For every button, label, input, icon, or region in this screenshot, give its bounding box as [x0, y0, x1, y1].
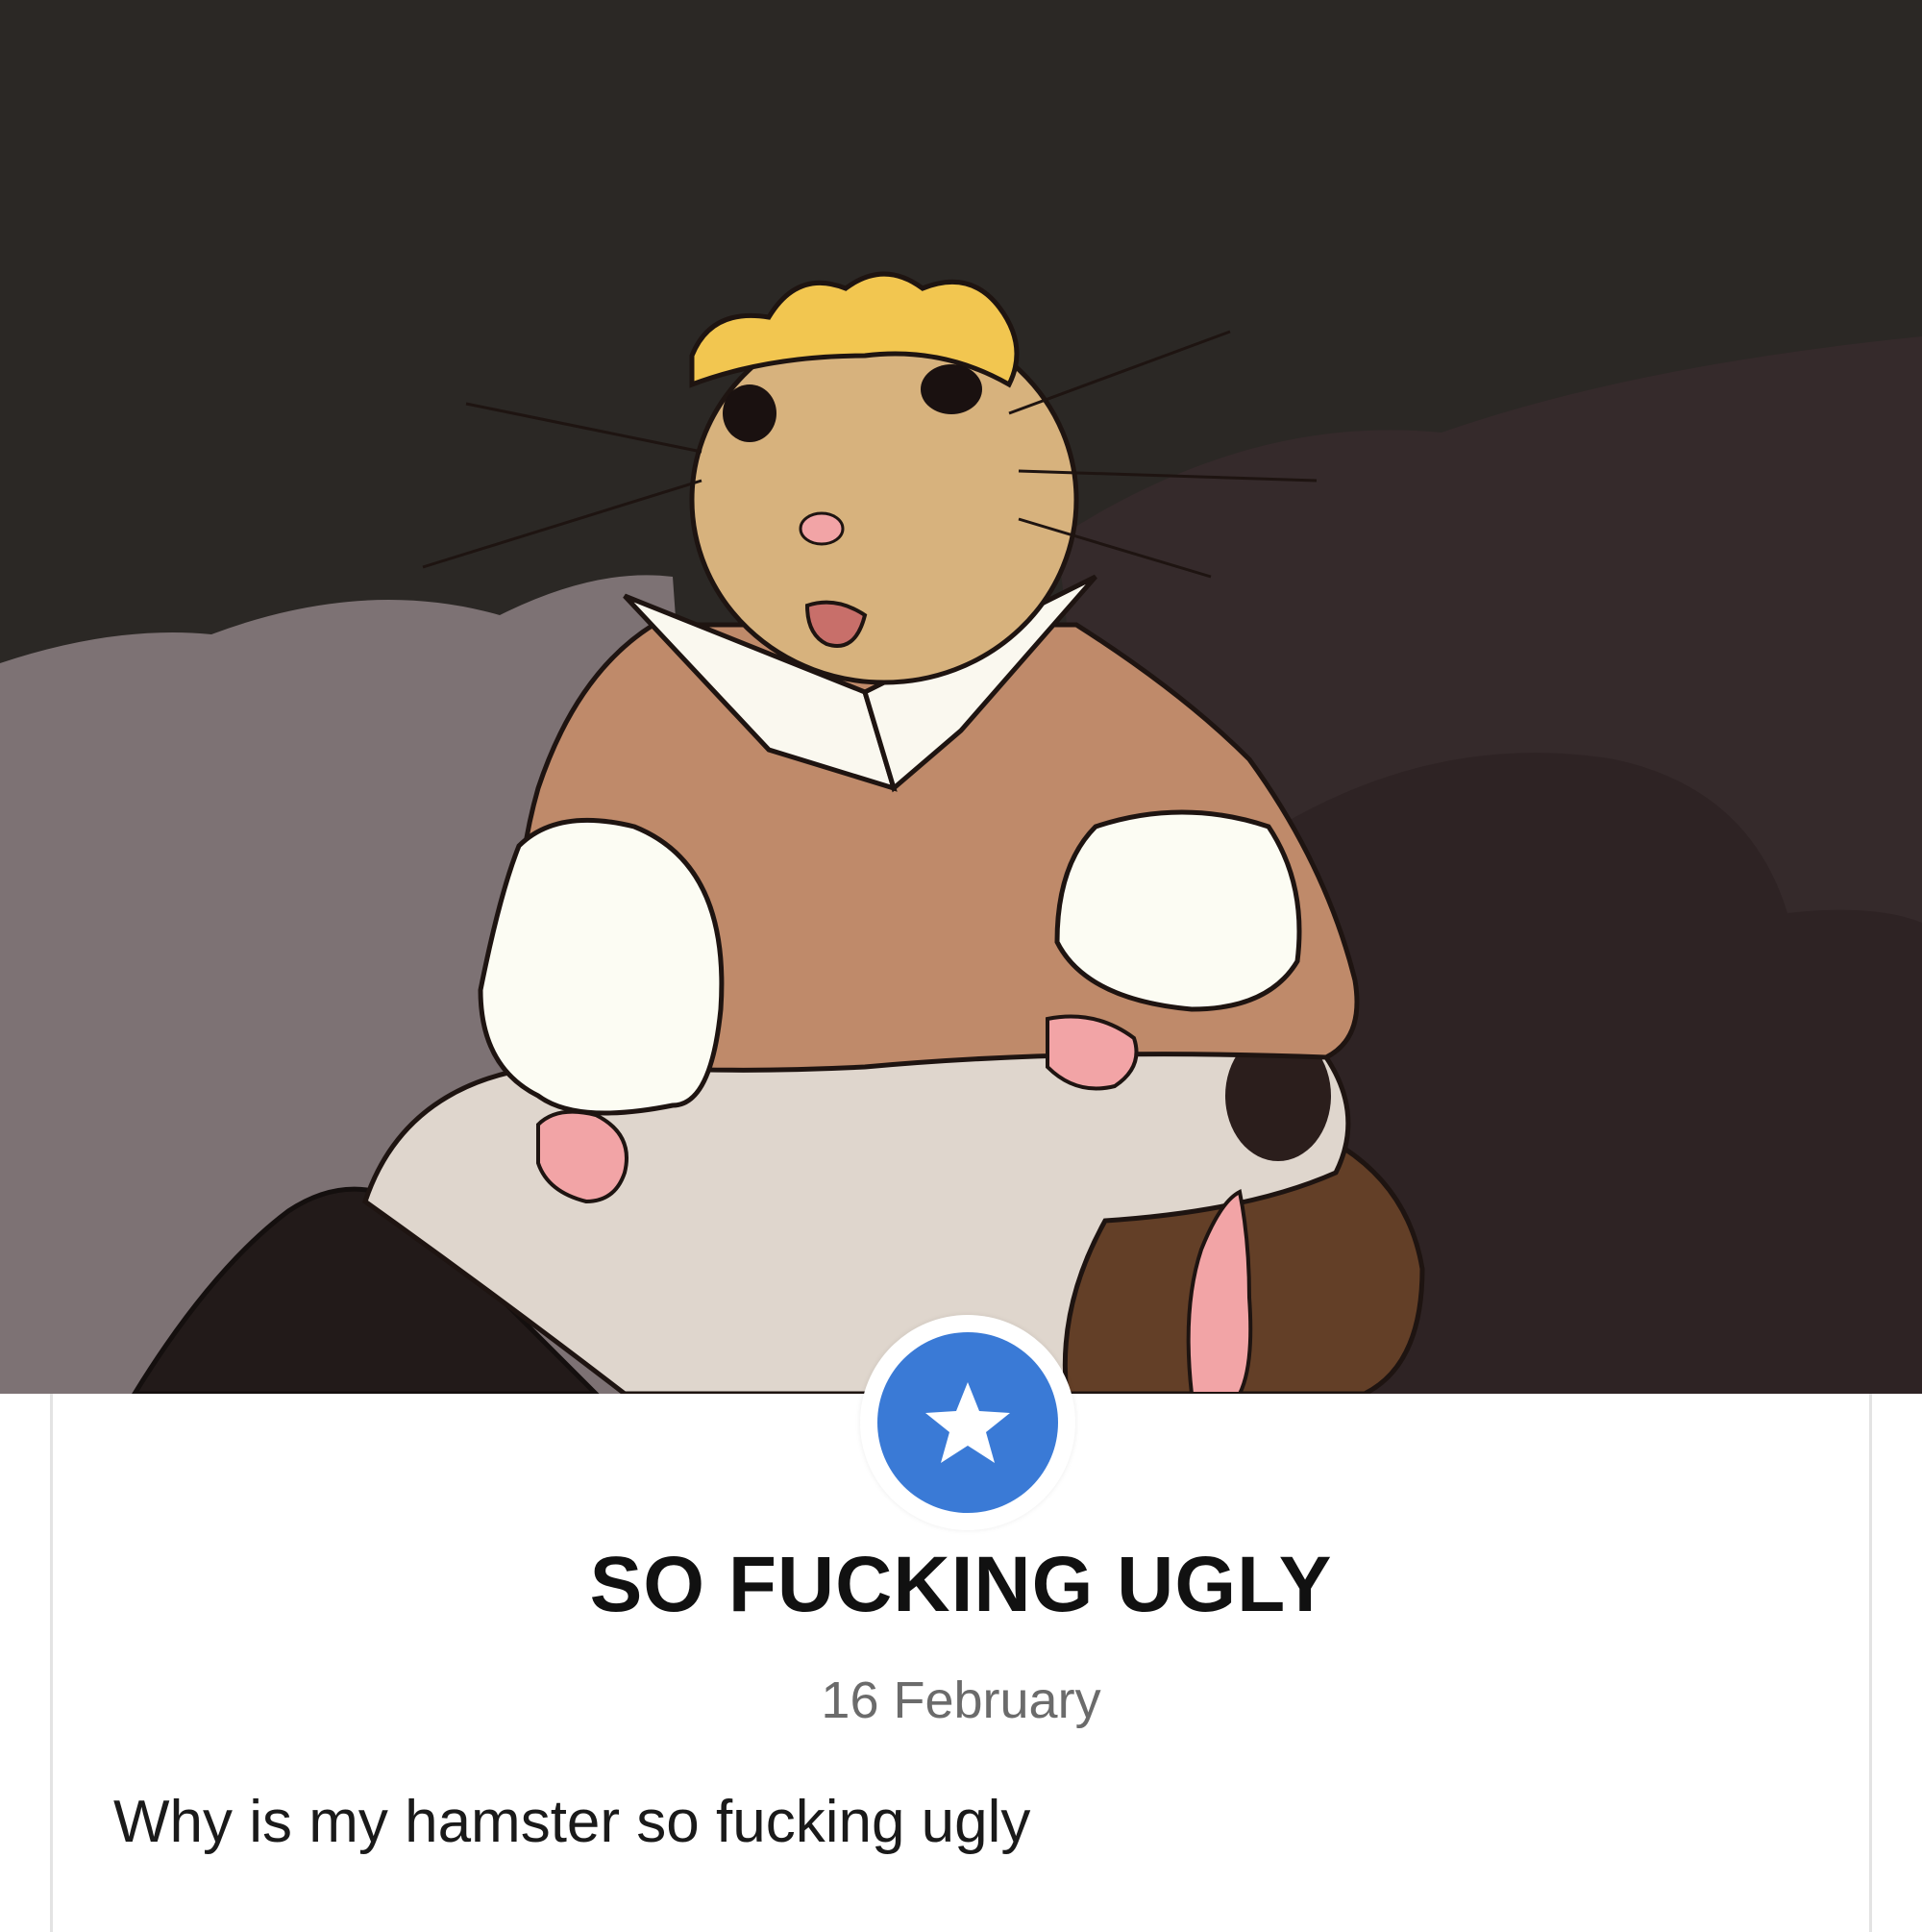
post-date: 16 February — [821, 1672, 1101, 1729]
post-body: Why is my hamster so fucking ugly — [113, 1789, 1031, 1855]
hamster-illustration — [0, 0, 1922, 1394]
star-icon — [925, 1382, 1010, 1463]
post-title: SO FUCKING UGLY — [589, 1541, 1333, 1628]
badge-circle — [877, 1332, 1058, 1513]
post-badge — [860, 1315, 1075, 1530]
